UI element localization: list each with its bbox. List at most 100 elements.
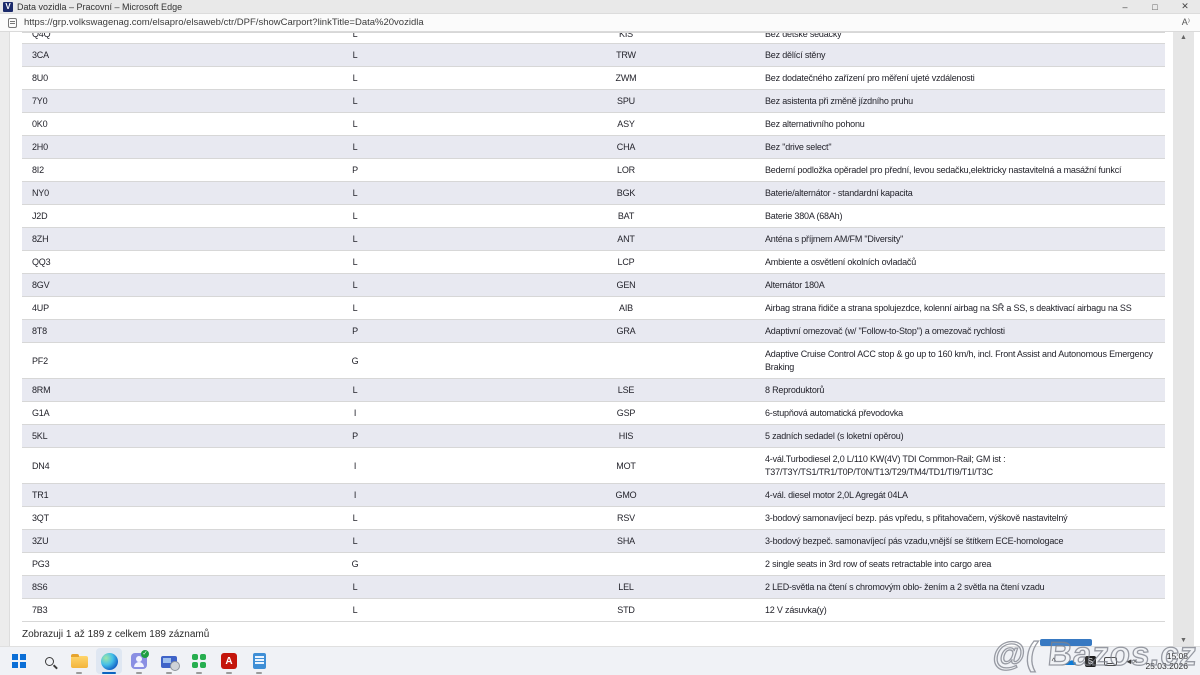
system-tray: ^ ☁ S ◄× 15:08 25.03.2026 xyxy=(1052,651,1200,671)
cell-type: L xyxy=(215,251,495,274)
cell-code: 4UP xyxy=(22,297,215,320)
cell-desc: Bez "drive select" xyxy=(757,136,1165,159)
cell-desc: 2 LED-světla na čtení s chromovým oblo- … xyxy=(757,576,1165,599)
vertical-scrollbar[interactable]: ▲ ▼ xyxy=(1173,32,1194,646)
cell-type: L xyxy=(215,599,495,622)
cell-family: SPU xyxy=(495,90,757,113)
window-title-bar: V Data vozidla – Pracovní – Microsoft Ed… xyxy=(0,0,1200,14)
table-row[interactable]: 5KLPHIS5 zadních sedadel (s loketní opěr… xyxy=(22,425,1165,448)
left-frame-strip xyxy=(0,32,10,646)
cell-code: DN4 xyxy=(22,448,215,484)
cell-family: GMO xyxy=(495,484,757,507)
cell-type: L xyxy=(215,228,495,251)
table-row[interactable]: Q4QLKISBez dětské sedačky xyxy=(22,33,1165,44)
cell-desc: 6-stupňová automatická převodovka xyxy=(757,402,1165,425)
table-row[interactable]: PF2GAdaptive Cruise Control ACC stop & g… xyxy=(22,343,1165,379)
cell-desc: 8 Reproduktorů xyxy=(757,379,1165,402)
table-row[interactable]: NY0LBGKBaterie/alternátor - standardní k… xyxy=(22,182,1165,205)
touch-keyboard-icon[interactable] xyxy=(1104,657,1117,666)
cell-code: PF2 xyxy=(22,343,215,379)
cell-desc: 12 V zásuvka(y) xyxy=(757,599,1165,622)
cell-family: LCP xyxy=(495,251,757,274)
clock-date: 25.03.2026 xyxy=(1145,661,1188,671)
taskbar-item-app-grid-green[interactable] xyxy=(186,648,212,674)
cell-type: L xyxy=(215,576,495,599)
taskbar-clock[interactable]: 15:08 25.03.2026 xyxy=(1145,651,1188,671)
table-row[interactable]: 2H0LCHABez "drive select" xyxy=(22,136,1165,159)
cell-code: TR1 xyxy=(22,484,215,507)
minimize-button[interactable]: – xyxy=(1110,0,1140,14)
windows-taskbar: ✓ A ^ ☁ S ◄× 15:08 25.03.2026 xyxy=(0,646,1200,675)
table-row[interactable]: 8GVLGENAlternátor 180A xyxy=(22,274,1165,297)
blue-document-icon xyxy=(253,653,266,669)
scroll-up-icon[interactable]: ▲ xyxy=(1173,34,1194,41)
taskbar-item-company-portal[interactable]: ✓ xyxy=(126,648,152,674)
table-row[interactable]: 8T8PGRAAdaptivní omezovač (w/ "Follow-to… xyxy=(22,320,1165,343)
table-row[interactable]: 3CALTRWBez dělící stěny xyxy=(22,44,1165,67)
table-row[interactable]: 8S6LLEL2 LED-světla na čtení s chromovým… xyxy=(22,576,1165,599)
taskbar-item-device-tools[interactable] xyxy=(156,648,182,674)
cell-code: PG3 xyxy=(22,553,215,576)
tray-chevron-icon[interactable]: ^ xyxy=(1052,656,1056,666)
taskbar-item-start[interactable] xyxy=(6,648,32,674)
cell-type: L xyxy=(215,33,495,44)
taskbar-item-search[interactable] xyxy=(36,648,62,674)
clock-time: 15:08 xyxy=(1145,651,1188,661)
onedrive-icon[interactable]: ☁ xyxy=(1064,653,1077,669)
close-button[interactable]: ✕ xyxy=(1170,0,1200,14)
cell-type: L xyxy=(215,379,495,402)
cell-family: HIS xyxy=(495,425,757,448)
cell-code: QQ3 xyxy=(22,251,215,274)
table-row[interactable]: J2DLBATBaterie 380A (68Ah) xyxy=(22,205,1165,228)
cell-desc: 4-vál.Turbodiesel 2,0 L/110 KW(4V) TDI C… xyxy=(757,448,1165,484)
table-row[interactable]: TR1IGMO4-vál. diesel motor 2,0L Agregát … xyxy=(22,484,1165,507)
scroll-down-icon[interactable]: ▼ xyxy=(1173,637,1194,644)
page-info-icon[interactable] xyxy=(8,18,17,28)
cell-type: P xyxy=(215,159,495,182)
table-row[interactable]: 8U0LZWMBez dodatečného zařízení pro měře… xyxy=(22,67,1165,90)
cell-desc: Adaptivní omezovač (w/ "Follow-to-Stop")… xyxy=(757,320,1165,343)
green-app-grid-icon xyxy=(192,654,207,669)
cell-family: ZWM xyxy=(495,67,757,90)
cell-type: L xyxy=(215,205,495,228)
table-row[interactable]: 4UPLAIBAirbag strana řidiče a strana spo… xyxy=(22,297,1165,320)
cell-code: 8T8 xyxy=(22,320,215,343)
table-row[interactable]: 3ZULSHA3-bodový bezpeč. samonavíjecí pás… xyxy=(22,530,1165,553)
taskbar-item-document-blue[interactable] xyxy=(246,648,272,674)
cell-code: 0K0 xyxy=(22,113,215,136)
cell-desc: Bez dodatečného zařízení pro měření ujet… xyxy=(757,67,1165,90)
edge-browser-icon xyxy=(101,653,118,670)
table-row[interactable]: 0K0LASYBez alternativního pohonu xyxy=(22,113,1165,136)
table-row[interactable]: 8I2PLORBederní podložka opěradel pro pře… xyxy=(22,159,1165,182)
restore-button[interactable]: □ xyxy=(1140,0,1170,14)
cell-desc: Bez asistenta při změně jízdního pruhu xyxy=(757,90,1165,113)
taskbar-item-file-explorer[interactable] xyxy=(66,648,92,674)
volume-muted-icon[interactable]: ◄× xyxy=(1125,657,1138,666)
table-row[interactable]: QQ3LLCPAmbiente a osvětlení okolních ovl… xyxy=(22,251,1165,274)
table-row[interactable]: G1AIGSP6-stupňová automatická převodovka xyxy=(22,402,1165,425)
cell-desc: Baterie/alternátor - standardní kapacita xyxy=(757,182,1165,205)
cell-family xyxy=(495,343,757,379)
cell-desc: 3-bodový samonavíjecí bezp. pás vpředu, … xyxy=(757,507,1165,530)
table-row[interactable]: PG3G2 single seats in 3rd row of seats r… xyxy=(22,553,1165,576)
taskbar-item-edge[interactable] xyxy=(96,648,122,674)
table-row[interactable]: 8RMLLSE8 Reproduktorů xyxy=(22,379,1165,402)
cell-desc: 5 zadních sedadel (s loketní opěrou) xyxy=(757,425,1165,448)
read-aloud-icon[interactable]: A⁾ xyxy=(1182,17,1190,28)
records-summary: Zobrazuji 1 až 189 z celkem 189 záznamů xyxy=(22,629,209,640)
pagination-current-page[interactable] xyxy=(1040,639,1092,646)
cell-code: J2D xyxy=(22,205,215,228)
url-text[interactable]: https://grp.volkswagenag.com/elsapro/els… xyxy=(24,17,424,28)
s-app-tray-icon[interactable]: S xyxy=(1085,656,1096,667)
cell-desc: Airbag strana řidiče a strana spolujezdc… xyxy=(757,297,1165,320)
table-row[interactable]: 8ZHLANTAnténa s příjmem AM/FM "Diversity… xyxy=(22,228,1165,251)
cell-family: RSV xyxy=(495,507,757,530)
cell-family: BAT xyxy=(495,205,757,228)
address-bar[interactable]: https://grp.volkswagenag.com/elsapro/els… xyxy=(0,14,1200,32)
table-row[interactable]: 7B3LSTD12 V zásuvka(y) xyxy=(22,599,1165,622)
taskbar-item-acrobat[interactable]: A xyxy=(216,648,242,674)
table-row[interactable]: 3QTLRSV3-bodový samonavíjecí bezp. pás v… xyxy=(22,507,1165,530)
table-row[interactable]: DN4IMOT4-vál.Turbodiesel 2,0 L/110 KW(4V… xyxy=(22,448,1165,484)
table-row[interactable]: 7Y0LSPUBez asistenta při změně jízdního … xyxy=(22,90,1165,113)
cell-family: CHA xyxy=(495,136,757,159)
